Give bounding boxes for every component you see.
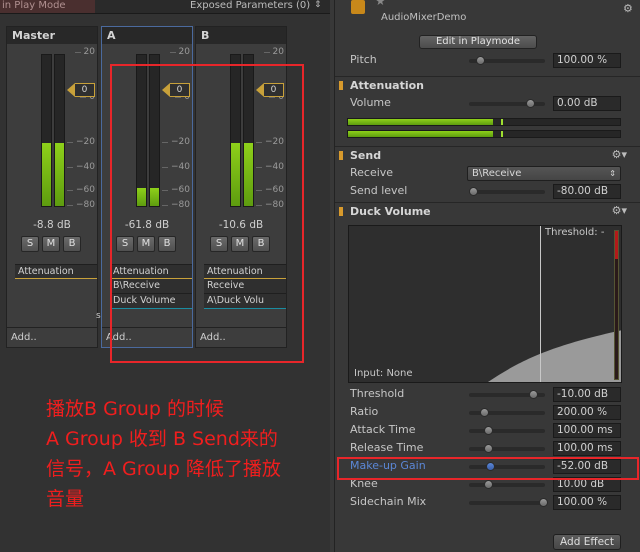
- threshold-graph-label: Threshold: -: [545, 227, 605, 238]
- level-meter-left: [41, 54, 52, 207]
- annotation-highlight-makeup-gain: [337, 457, 639, 480]
- send-header[interactable]: Send ⚙▾: [335, 146, 640, 163]
- gain-reduction-meter: [614, 230, 619, 380]
- bypass-button[interactable]: B: [63, 236, 81, 252]
- volume-meter-left: [347, 118, 621, 126]
- effect-slot-attenuation[interactable]: Attenuation: [15, 264, 97, 279]
- sidechain-mix-value-field[interactable]: 100.00 %: [553, 495, 621, 510]
- attack-time-slider[interactable]: [469, 426, 545, 435]
- db-scale: 20 0 −20 −40 −60 −80: [67, 47, 95, 210]
- add-effect-link[interactable]: Add..: [7, 327, 97, 343]
- pitch-slider[interactable]: [469, 56, 545, 65]
- release-time-slider[interactable]: [469, 444, 545, 453]
- volume-label: Volume: [350, 96, 391, 109]
- threshold-line: [540, 226, 541, 382]
- strip-master[interactable]: Master 20 0 −20 −40 −60 −80 0 -8.8 dB S …: [6, 26, 98, 348]
- add-effect-button[interactable]: Add Effect: [553, 534, 621, 550]
- ratio-value-field[interactable]: 200.00 %: [553, 405, 621, 420]
- volume-value-field[interactable]: 0.00 dB: [553, 96, 621, 111]
- input-label: Input: None: [354, 368, 413, 379]
- sidechain-mix-slider[interactable]: [469, 498, 548, 507]
- strip-db-readout: -8.8 dB: [33, 219, 71, 231]
- exposed-dropdown-arrow-icon[interactable]: ⇕: [314, 0, 322, 10]
- ratio-label: Ratio: [350, 405, 379, 418]
- mixer-title: AudioMixerDemo: [381, 12, 467, 23]
- audio-mixer-icon: [351, 0, 365, 14]
- strip-name: Master: [7, 27, 97, 44]
- send-level-value-field[interactable]: -80.00 dB: [553, 184, 621, 199]
- release-time-value-field[interactable]: 100.00 ms: [553, 441, 621, 456]
- receive-select[interactable]: B\Receive ⇕: [467, 166, 621, 181]
- annotation-text: 播放B Group 的时候 A Group 收到 B Send来的 信号，A G…: [46, 398, 281, 510]
- attenuation-header[interactable]: Attenuation: [335, 76, 640, 93]
- threshold-slider[interactable]: [469, 390, 545, 399]
- solo-button[interactable]: S: [21, 236, 39, 252]
- pitch-label: Pitch: [350, 53, 377, 66]
- strip-name: A: [102, 27, 192, 44]
- duck-curve-graph[interactable]: Threshold: - Input: None: [348, 225, 622, 383]
- mute-button[interactable]: M: [42, 236, 60, 252]
- receive-label: Receive: [350, 166, 394, 179]
- threshold-value-field[interactable]: -10.00 dB: [553, 387, 621, 402]
- play-mode-label: in Play Mode: [0, 0, 95, 13]
- release-time-label: Release Time: [350, 441, 424, 454]
- knee-slider[interactable]: [469, 480, 545, 489]
- level-meter-right: [54, 54, 65, 207]
- edit-in-playmode-button[interactable]: Edit in Playmode: [419, 35, 537, 49]
- gear-icon[interactable]: ⚙: [623, 2, 633, 15]
- sidechain-mix-label: Sidechain Mix: [350, 495, 427, 508]
- send-gear-icon[interactable]: ⚙▾: [612, 148, 627, 161]
- duck-volume-header[interactable]: Duck Volume ⚙▾: [335, 202, 640, 219]
- ratio-slider[interactable]: [469, 408, 545, 417]
- duck-gear-icon[interactable]: ⚙▾: [612, 204, 627, 217]
- inspector-panel: ★ AudioMixerDemo ⚙ Edit in Playmode Pitc…: [334, 0, 640, 552]
- send-level-label: Send level: [350, 184, 408, 197]
- threshold-label: Threshold: [350, 387, 405, 400]
- mixer-panel: in Play Mode Exposed Parameters (0) ⇕ Ma…: [0, 0, 330, 552]
- chevron-down-icon: ⇕: [609, 169, 616, 178]
- favorite-star-icon[interactable]: ★: [375, 0, 386, 8]
- attack-time-label: Attack Time: [350, 423, 416, 436]
- strip-name: B: [196, 27, 286, 44]
- volume-fader-handle[interactable]: 0: [67, 83, 95, 97]
- mixer-topbar: in Play Mode Exposed Parameters (0) ⇕: [0, 0, 330, 14]
- pitch-value-field[interactable]: 100.00 %: [553, 53, 621, 68]
- duck-curve: [488, 330, 621, 382]
- exposed-parameters-dropdown[interactable]: Exposed Parameters (0): [190, 0, 310, 11]
- attack-time-value-field[interactable]: 100.00 ms: [553, 423, 621, 438]
- volume-meter-right: [347, 130, 621, 138]
- send-marker: s: [96, 311, 101, 321]
- annotation-highlight-strips: [110, 64, 304, 363]
- volume-slider[interactable]: [469, 99, 545, 108]
- send-level-slider[interactable]: [469, 187, 545, 196]
